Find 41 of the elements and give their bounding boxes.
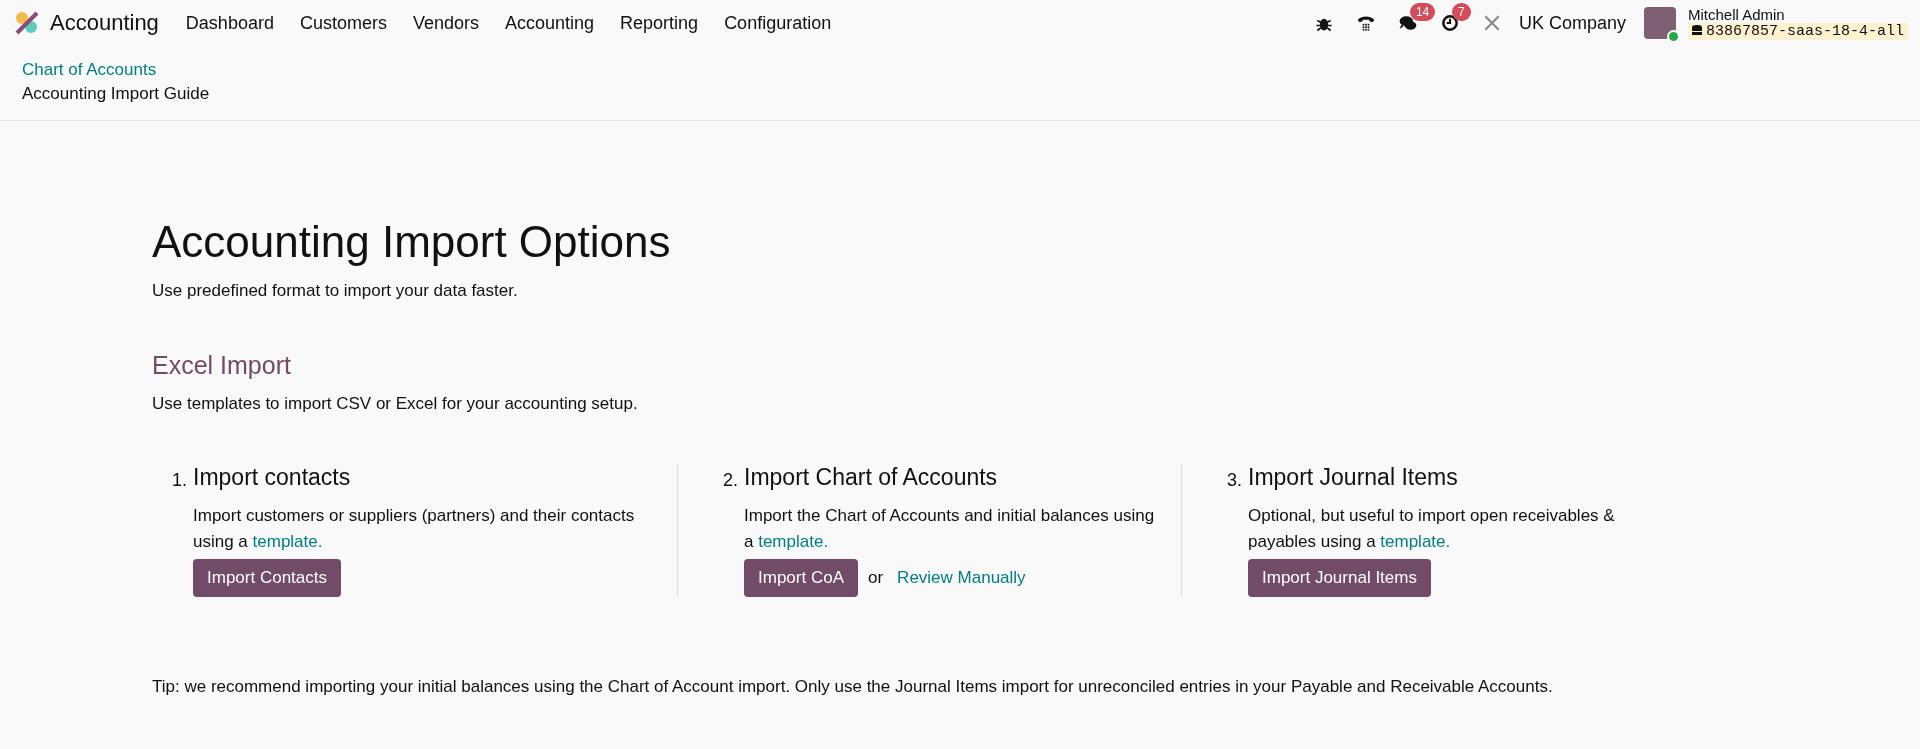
menu-item[interactable]: Dashboard bbox=[172, 12, 287, 34]
template-link[interactable]: template. bbox=[758, 532, 829, 551]
chat-icon[interactable] bbox=[1397, 13, 1418, 33]
breadcrumb-current: Accounting Import Guide bbox=[22, 84, 211, 104]
review-link[interactable]: Review Manually bbox=[897, 568, 1026, 588]
clock-icon[interactable] bbox=[1439, 13, 1460, 33]
user-name: Mitchell Admin bbox=[1687, 6, 1786, 23]
page-title: Accounting Import Options bbox=[152, 217, 672, 267]
company-name[interactable]: UK Company bbox=[1518, 12, 1626, 34]
section-title: Excel Import bbox=[152, 351, 292, 380]
menu-item[interactable]: Accounting bbox=[492, 12, 608, 34]
import-button[interactable]: Import CoA bbox=[744, 559, 858, 597]
breadcrumb-link[interactable]: Chart of Accounts bbox=[22, 60, 1898, 80]
step-description: Import the Chart of Accounts and initial balances using a template. bbox=[744, 505, 1156, 553]
menu-item[interactable]: Reporting bbox=[607, 12, 712, 34]
online-dot bbox=[1666, 30, 1680, 43]
template-link[interactable]: template. bbox=[252, 532, 323, 551]
database-label: 83867857-saas-18-4-all bbox=[1705, 22, 1904, 40]
step-description: Import customers or suppliers (partners) and their contacts using a template. bbox=[193, 505, 636, 553]
import-button[interactable]: Import Contacts bbox=[193, 559, 341, 597]
menu-item[interactable]: Customers bbox=[286, 12, 400, 34]
step-number: 1. bbox=[172, 470, 188, 492]
section-description: Use templates to import CSV or Excel for your accounting setup. bbox=[152, 394, 639, 414]
step-title: Import contacts bbox=[193, 464, 352, 491]
step-number: 2. bbox=[723, 470, 739, 492]
app-name: Accounting bbox=[50, 10, 159, 36]
app-logo-icon[interactable] bbox=[14, 10, 40, 36]
or-text: or bbox=[868, 568, 884, 588]
count-badge: 7 bbox=[1451, 3, 1471, 21]
count-badge: 14 bbox=[1409, 3, 1436, 21]
menu-item[interactable]: Configuration bbox=[711, 12, 845, 34]
step-number: 3. bbox=[1227, 470, 1243, 492]
step-description: Optional, but useful to import open receivables & payables using a template. bbox=[1248, 505, 1616, 553]
import-button[interactable]: Import Journal Items bbox=[1248, 559, 1431, 597]
template-link[interactable]: template. bbox=[1380, 532, 1451, 551]
database-icon bbox=[1691, 25, 1702, 37]
menu-item[interactable]: Vendors bbox=[399, 12, 492, 34]
page-subtitle: Use predefined format to import your data faster. bbox=[152, 281, 519, 301]
step-title: Import Chart of Accounts bbox=[744, 464, 999, 491]
tip-text: Tip: we recommend importing your initial balances using the Chart of Account import. Only use the Journal Items import for unreconciled entries in your Payable and Receivable Accounts. bbox=[152, 677, 1554, 697]
step-title: Import Journal Items bbox=[1248, 464, 1459, 491]
